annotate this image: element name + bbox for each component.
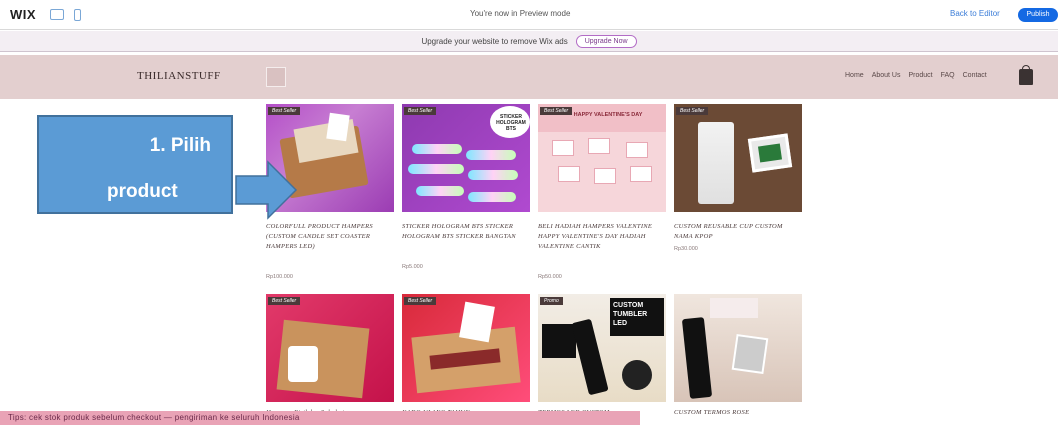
- nav-faq[interactable]: FAQ: [941, 72, 955, 79]
- browser-page: WIX You're now in Preview mode Back to E…: [0, 0, 1058, 425]
- product-ribbon: Best Seller: [268, 297, 301, 305]
- product-ribbon: Best Seller: [676, 107, 709, 115]
- desktop-view-icon[interactable]: [50, 9, 65, 20]
- product-price: Rp30.000: [674, 246, 698, 252]
- site-nav: Home About Us Product FAQ Contact: [845, 72, 987, 79]
- product-name[interactable]: CUSTOM REUSABLE CUP CUSTOM NAMA KPOP: [674, 222, 802, 242]
- nav-about[interactable]: About Us: [872, 72, 901, 79]
- nav-product[interactable]: Product: [908, 72, 932, 79]
- publish-button[interactable]: Publish: [1018, 8, 1058, 22]
- product-ribbon: Best Seller: [540, 107, 573, 115]
- product-image[interactable]: Best Seller: [402, 294, 530, 402]
- preview-mode-text: You're now in Preview mode: [470, 9, 571, 18]
- upgrade-now-button[interactable]: Upgrade Now: [575, 34, 637, 48]
- product-ribbon: Best Seller: [404, 297, 437, 305]
- product-image[interactable]: Promo CUSTOM TUMBLER LED: [538, 294, 666, 402]
- product-name[interactable]: STICKER HOLOGRAM BTS STICKER HOLOGRAM BT…: [402, 222, 530, 242]
- thumb-caption: HAPPY VALENTINE'S DAY: [573, 112, 643, 118]
- product-image[interactable]: Best Seller STICKER HOLOGRAM BTS: [402, 104, 530, 212]
- nav-home[interactable]: Home: [845, 72, 864, 79]
- product-name[interactable]: BELI HADIAH HAMPERS VALENTINE HAPPY VALE…: [538, 222, 666, 252]
- mobile-view-icon[interactable]: [74, 8, 82, 21]
- bottom-banner-text: Tips: cek stok produk sebelum checkout —…: [8, 413, 300, 422]
- product-image[interactable]: Best Seller: [674, 104, 802, 212]
- product-image[interactable]: [674, 294, 802, 402]
- product-price: Rp50.000: [538, 274, 562, 280]
- product-price: Rp5.000: [402, 264, 423, 270]
- bottom-banner: Tips: cek stok produk sebelum checkout —…: [0, 411, 640, 425]
- back-to-editor-link[interactable]: Back to Editor: [950, 9, 1000, 18]
- instruction-callout: 1. Pilih product: [37, 115, 233, 214]
- upgrade-text: Upgrade your website to remove Wix ads: [421, 36, 568, 46]
- upgrade-banner: Upgrade your website to remove Wix ads U…: [0, 31, 1058, 52]
- product-name[interactable]: CUSTOM TERMOS ROSE: [674, 408, 802, 418]
- callout-target-text: product: [107, 181, 178, 202]
- thumb-caption: CUSTOM TUMBLER LED: [610, 298, 664, 336]
- search-icon[interactable]: [266, 67, 286, 87]
- product-ribbon: Promo: [540, 297, 563, 305]
- product-ribbon: Best Seller: [404, 107, 437, 115]
- arrow-right-icon: [235, 160, 298, 220]
- wix-preview-bar: WIX You're now in Preview mode Back to E…: [0, 0, 1058, 30]
- thumb-caption: STICKER HOLOGRAM BTS: [496, 114, 526, 132]
- site-header: THILIANSTUFF Home About Us Product FAQ C…: [0, 55, 1058, 99]
- wix-logo: WIX: [10, 7, 37, 22]
- product-ribbon: Best Seller: [268, 107, 301, 115]
- callout-step-text: 1. Pilih: [149, 135, 211, 156]
- product-name[interactable]: COLORFULL PRODUCT HAMPERS (CUSTOM CANDLE…: [266, 222, 394, 252]
- site-logo[interactable]: THILIANSTUFF: [137, 70, 221, 82]
- product-image[interactable]: Best Seller: [266, 294, 394, 402]
- product-price: Rp100.000: [266, 274, 293, 280]
- nav-contact[interactable]: Contact: [963, 72, 987, 79]
- product-image[interactable]: Best Seller HAPPY VALENTINE'S DAY: [538, 104, 666, 212]
- cart-icon[interactable]: [1019, 65, 1033, 85]
